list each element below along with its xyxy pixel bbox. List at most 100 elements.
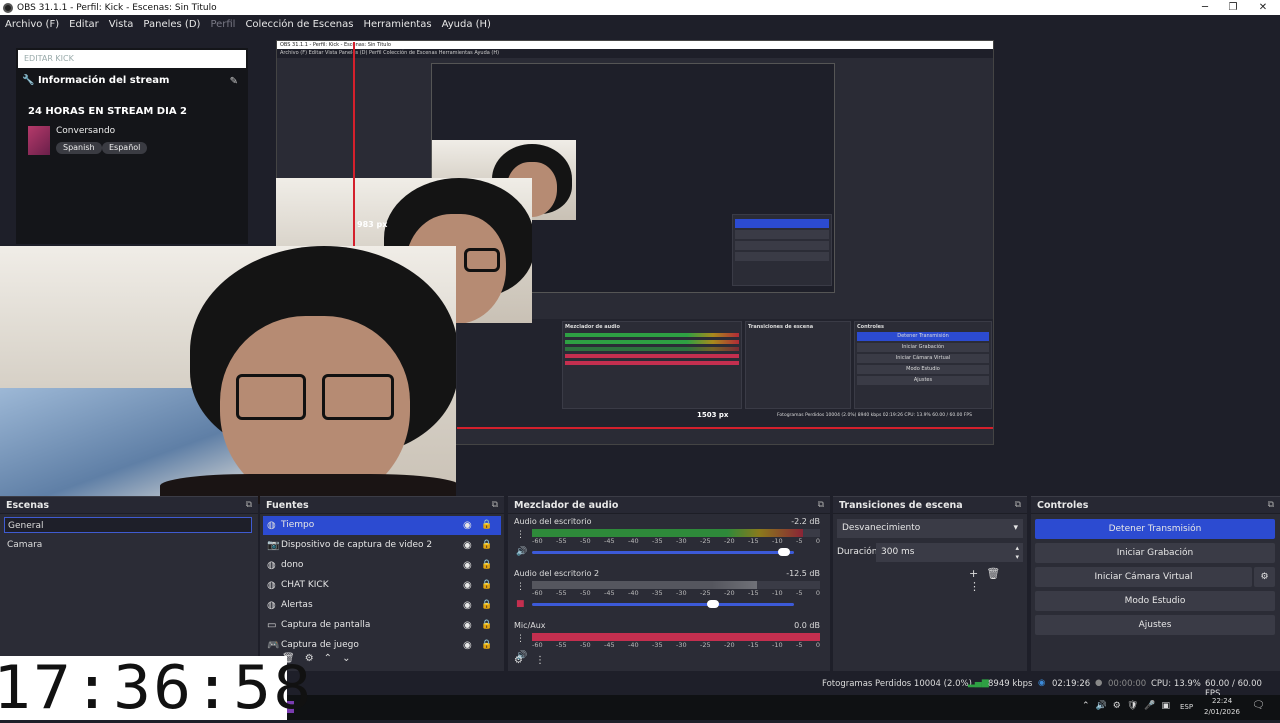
menu-vista[interactable]: Vista	[104, 19, 134, 30]
source-chat-kick[interactable]: ◍ CHAT KICK ◉ 🔒	[263, 576, 501, 595]
slider-knob[interactable]	[777, 548, 790, 556]
volume-slider[interactable]	[532, 548, 794, 556]
start-recording-button[interactable]: Iniciar Grabación	[1035, 543, 1275, 563]
trash-icon[interactable]: 🗑	[986, 567, 1008, 580]
transition-select[interactable]: Desvanecimiento ▾	[837, 519, 1023, 538]
nested-transitions-panel: Transiciones de escena	[745, 321, 851, 409]
meter-tick: -55	[556, 537, 567, 545]
meter-tick: -30	[676, 589, 687, 597]
nested-stop-stream: Detener Transmisión	[857, 332, 989, 341]
arrow-down-icon[interactable]: ⌄	[342, 653, 360, 664]
mixer-gear-icon[interactable]: ⚙	[514, 655, 535, 666]
arrow-up-icon[interactable]: ⌃	[324, 653, 342, 664]
menu-archivo[interactable]: Archivo (F)	[0, 19, 59, 30]
tag-espanol: Español	[102, 142, 148, 154]
volume-slider[interactable]	[532, 600, 794, 608]
record-icon: ●	[1095, 678, 1103, 688]
lock-icon[interactable]: 🔒	[481, 596, 492, 615]
close-button[interactable]: ✕	[1248, 0, 1278, 15]
pencil-icon[interactable]: ✎	[230, 76, 238, 87]
eye-icon[interactable]: ◉	[463, 636, 472, 650]
eye-icon[interactable]: ◉	[463, 616, 472, 635]
scene-camara[interactable]: Camara	[4, 537, 252, 553]
menu-ayuda[interactable]: Ayuda (H)	[437, 19, 491, 30]
meter-tick: -20	[724, 641, 735, 649]
lock-icon[interactable]: 🔒	[481, 576, 492, 595]
settings-button[interactable]: Ajustes	[1035, 615, 1275, 635]
eye-icon[interactable]: ◉	[463, 536, 472, 555]
maximize-button[interactable]: ❐	[1218, 0, 1248, 15]
virtual-camera-settings-gear-icon[interactable]: ⚙	[1254, 567, 1275, 587]
meter-level	[532, 529, 803, 537]
meter-tick: -15	[748, 641, 759, 649]
lock-icon[interactable]: 🔒	[481, 536, 492, 555]
stop-stream-button[interactable]: Detener Transmisión	[1035, 519, 1275, 539]
source-dono[interactable]: ◍ dono ◉ 🔒	[263, 556, 501, 575]
lock-icon[interactable]: 🔒	[481, 556, 492, 575]
signal-icon: ▂▄▆	[968, 678, 989, 688]
source-captura-juego[interactable]: 🎮 Captura de juego ◉ 🔒	[263, 636, 501, 650]
scene-general[interactable]: General	[4, 517, 252, 533]
lock-icon[interactable]: 🔒	[481, 516, 492, 535]
nested-dock-area: Mezclador de audio Transiciones de escen…	[457, 319, 993, 429]
audio-mixer-dock: Mezclador de audio ⧉ Audio del escritorio…	[508, 496, 830, 671]
add-icon[interactable]: +	[969, 567, 986, 580]
dropped-frames: Fotogramas Perdidos 10004 (2.0%)	[822, 679, 972, 689]
lock-icon[interactable]: 🔒	[481, 616, 492, 635]
controls-dock-header: Controles ⧉	[1031, 497, 1280, 514]
menu-editar[interactable]: Editar	[64, 19, 99, 30]
minimize-button[interactable]: ─	[1190, 0, 1220, 15]
channel-menu-icon[interactable]: ⋮	[516, 530, 525, 540]
meter-tick: -60	[532, 589, 543, 597]
meter-tick: -40	[628, 641, 639, 649]
dock-float-icon[interactable]: ⧉	[246, 497, 252, 514]
stepper-icon[interactable]: ▴ ▾	[1015, 544, 1019, 562]
channel-menu-icon[interactable]: ⋮	[516, 634, 525, 644]
notification-icon[interactable]: 🗨	[1252, 700, 1265, 711]
eye-icon[interactable]: ◉	[463, 576, 472, 595]
eye-icon[interactable]: ◉	[463, 516, 472, 535]
tray-icons[interactable]: ⌃🔊⚙🛡🎤▣	[1082, 701, 1176, 711]
nested-controls-title: Controles	[857, 324, 885, 330]
slider-knob[interactable]	[706, 600, 719, 608]
studio-mode-button[interactable]: Modo Estudio	[1035, 591, 1275, 611]
duration-input[interactable]: 300 ms ▴ ▾	[876, 543, 1023, 562]
controls-title: Controles	[1037, 500, 1089, 511]
scenes-title: Escenas	[6, 500, 50, 511]
keyboard-language[interactable]: ESP	[1180, 703, 1193, 711]
start-virtual-camera-button[interactable]: Iniciar Cámara Virtual	[1035, 567, 1252, 587]
meter-tick: -45	[604, 589, 615, 597]
speaker-icon[interactable]: 🔊	[516, 547, 527, 557]
source-label: Captura de juego	[281, 640, 359, 650]
meter-tick: 0	[815, 537, 820, 545]
nested-settings: Ajustes	[857, 376, 989, 385]
menu-paneles[interactable]: Paneles (D)	[138, 19, 200, 30]
menu-coleccion-escenas[interactable]: Colección de Escenas	[240, 19, 353, 30]
transition-selected-value: Desvanecimiento	[842, 523, 921, 533]
nested-red-guide	[457, 427, 993, 429]
eye-icon[interactable]: ◉	[463, 596, 472, 615]
dock-float-icon[interactable]: ⧉	[1015, 497, 1021, 514]
mixer-dock-header: Mezclador de audio ⧉	[508, 497, 830, 514]
source-captura-video[interactable]: 📷 Dispositivo de captura de video 2 ◉ 🔒	[263, 536, 501, 555]
muted-speaker-icon[interactable]: ■	[516, 599, 525, 609]
menu-herramientas[interactable]: Herramientas	[358, 19, 431, 30]
dock-float-icon[interactable]: ⧉	[492, 497, 498, 514]
lock-icon[interactable]: 🔒	[481, 636, 492, 650]
source-alertas[interactable]: ◍ Alertas ◉ 🔒	[263, 596, 501, 615]
volume-meter	[532, 581, 820, 589]
menu-icon[interactable]: ⋮	[969, 580, 988, 593]
taskbar-time[interactable]: 22:24	[1212, 697, 1232, 705]
source-captura-pantalla[interactable]: ▭ Captura de pantalla ◉ 🔒	[263, 616, 501, 635]
dock-float-icon[interactable]: ⧉	[1268, 497, 1274, 514]
dock-float-icon[interactable]: ⧉	[818, 497, 824, 514]
meter-tick: -50	[580, 589, 591, 597]
globe-icon: ◍	[267, 600, 276, 611]
taskbar-date[interactable]: 2/01/2026	[1204, 708, 1240, 716]
eye-icon[interactable]: ◉	[463, 556, 472, 575]
channel-menu-icon[interactable]: ⋮	[516, 582, 525, 592]
source-tiempo[interactable]: ◍ Tiempo ◉ 🔒	[263, 516, 501, 535]
menu-perfil[interactable]: Perfil	[205, 19, 235, 30]
edit-kick-input[interactable]: EDITAR KICK	[18, 50, 246, 68]
mixer-menu-icon[interactable]: ⋮	[535, 655, 557, 666]
